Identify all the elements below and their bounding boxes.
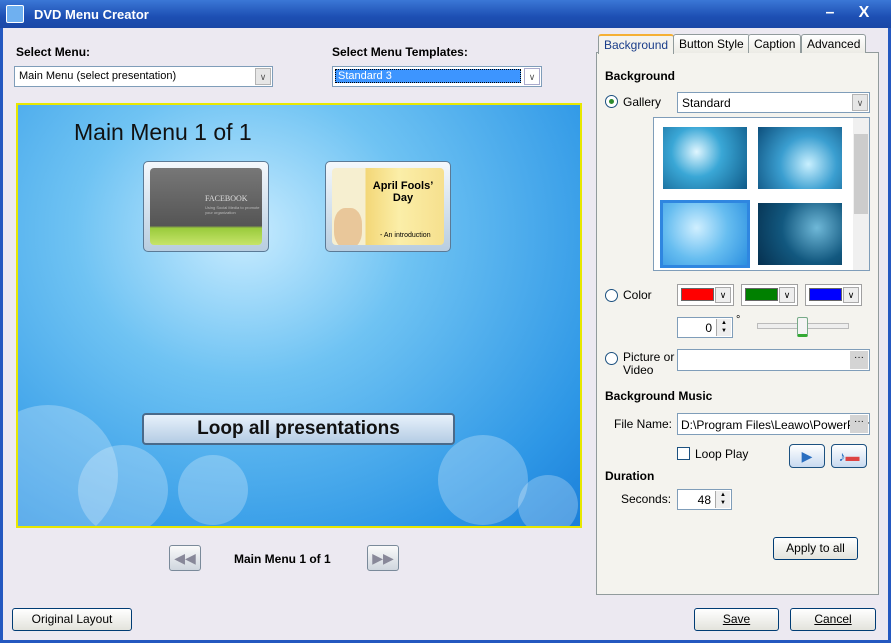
chevron-down-icon[interactable]: ∨ [255,68,271,85]
play-music-button[interactable]: ▶ [789,444,825,468]
tab-background[interactable]: Background [598,34,675,54]
seconds-value: 48 [697,493,711,507]
background-heading: Background [605,69,676,83]
previous-menu-button[interactable]: ◀◀ [169,545,201,571]
thumb-subtitle: - An introduction [380,232,431,239]
color-label: Color [623,288,652,302]
color-radio[interactable] [605,289,618,302]
templates-dropdown[interactable]: Standard 3 ∨ [332,66,542,87]
minimize-button[interactable]: – [819,2,841,24]
loop-play-checkbox[interactable] [677,447,690,460]
menu-preview: Main Menu 1 of 1 FACEBOOK Using Social M… [16,103,582,528]
presentation-thumb-april-fools[interactable]: April Fools’ Day - An introduction [325,161,451,252]
music-note-remove-icon: ♪▬ [838,448,860,464]
angle-slider-thumb[interactable] [797,317,808,337]
duration-heading: Duration [605,469,655,483]
gallery-item[interactable] [758,203,842,265]
play-icon: ▶ [801,448,813,464]
gallery-dropdown[interactable]: Standard ∨ [677,92,870,113]
tab-button-style[interactable]: Button Style [673,34,750,53]
close-button[interactable]: X [853,2,875,24]
gallery-value: Standard [682,96,731,110]
browse-music-button[interactable]: ··· [850,415,868,433]
title-bar: DVD Menu Creator – X [0,0,891,28]
cancel-button[interactable]: Cancel [790,608,876,631]
angle-value: 0 [705,321,712,335]
seconds-spinner[interactable]: 48 ▲ ▼ [677,489,732,510]
gallery-label: Gallery [623,95,662,109]
select-menu-value: Main Menu (select presentation) [19,70,177,82]
thumb-heading: FACEBOOK [205,194,248,203]
menu-page-label: Main Menu 1 of 1 [234,552,331,566]
presentation-thumb-facebook[interactable]: FACEBOOK Using Social Media to promote y… [143,161,269,252]
gallery-radio[interactable] [605,95,618,108]
background-gallery [653,117,870,271]
select-menu-dropdown[interactable]: Main Menu (select presentation) ∨ [14,66,273,87]
select-menu-label: Select Menu: [16,45,91,59]
chevron-down-icon[interactable]: ∨ [524,68,540,85]
picture-label: Picture or Video [623,350,675,377]
gallery-item[interactable] [758,127,842,189]
original-layout-button[interactable]: Original Layout [12,608,132,631]
red-color-picker[interactable]: ∨ [677,284,734,306]
seconds-label: Seconds: [621,492,672,506]
templates-label: Select Menu Templates: [332,45,468,59]
green-color-picker[interactable]: ∨ [741,284,798,306]
gallery-item[interactable] [663,127,747,189]
picture-radio[interactable] [605,352,618,365]
thumb-subtitle: Using Social Media to promote your organ… [205,205,260,215]
preview-title: Main Menu 1 of 1 [74,119,252,145]
gallery-item-selected[interactable] [660,200,750,268]
blue-color-picker[interactable]: ∨ [805,284,862,306]
tab-caption[interactable]: Caption [748,34,802,53]
music-file-field[interactable]: D:\Program Files\Leawo\PowerPoint ··· [677,413,870,435]
music-heading: Background Music [605,389,713,403]
app-icon [6,5,24,23]
chevron-down-icon[interactable]: ∨ [852,94,868,111]
tab-advanced[interactable]: Advanced [801,34,867,53]
music-file-value: D:\Program Files\Leawo\PowerPoint [681,418,870,432]
remove-music-button[interactable]: ♪▬ [831,444,867,468]
thumb-heading: April Fools’ Day [372,180,434,204]
templates-value: Standard 3 [335,69,521,83]
gallery-scrollbar[interactable] [853,118,869,270]
picture-path-field[interactable]: ··· [677,349,870,371]
file-name-label: File Name: [614,417,673,431]
spinner-arrows-icon[interactable]: ▲ ▼ [715,491,730,508]
apply-to-all-button[interactable]: Apply to all [773,537,858,560]
browse-picture-button[interactable]: ··· [850,351,868,369]
window-title: DVD Menu Creator [34,7,149,22]
spinner-arrows-icon[interactable]: ▲ ▼ [716,319,731,336]
loop-all-button[interactable]: Loop all presentations [142,413,455,445]
degree-symbol: ° [736,314,741,326]
save-button[interactable]: Save [694,608,779,631]
angle-spinner[interactable]: 0 ▲ ▼ [677,317,733,338]
next-menu-button[interactable]: ▶▶ [367,545,399,571]
loop-play-label: Loop Play [695,447,749,461]
